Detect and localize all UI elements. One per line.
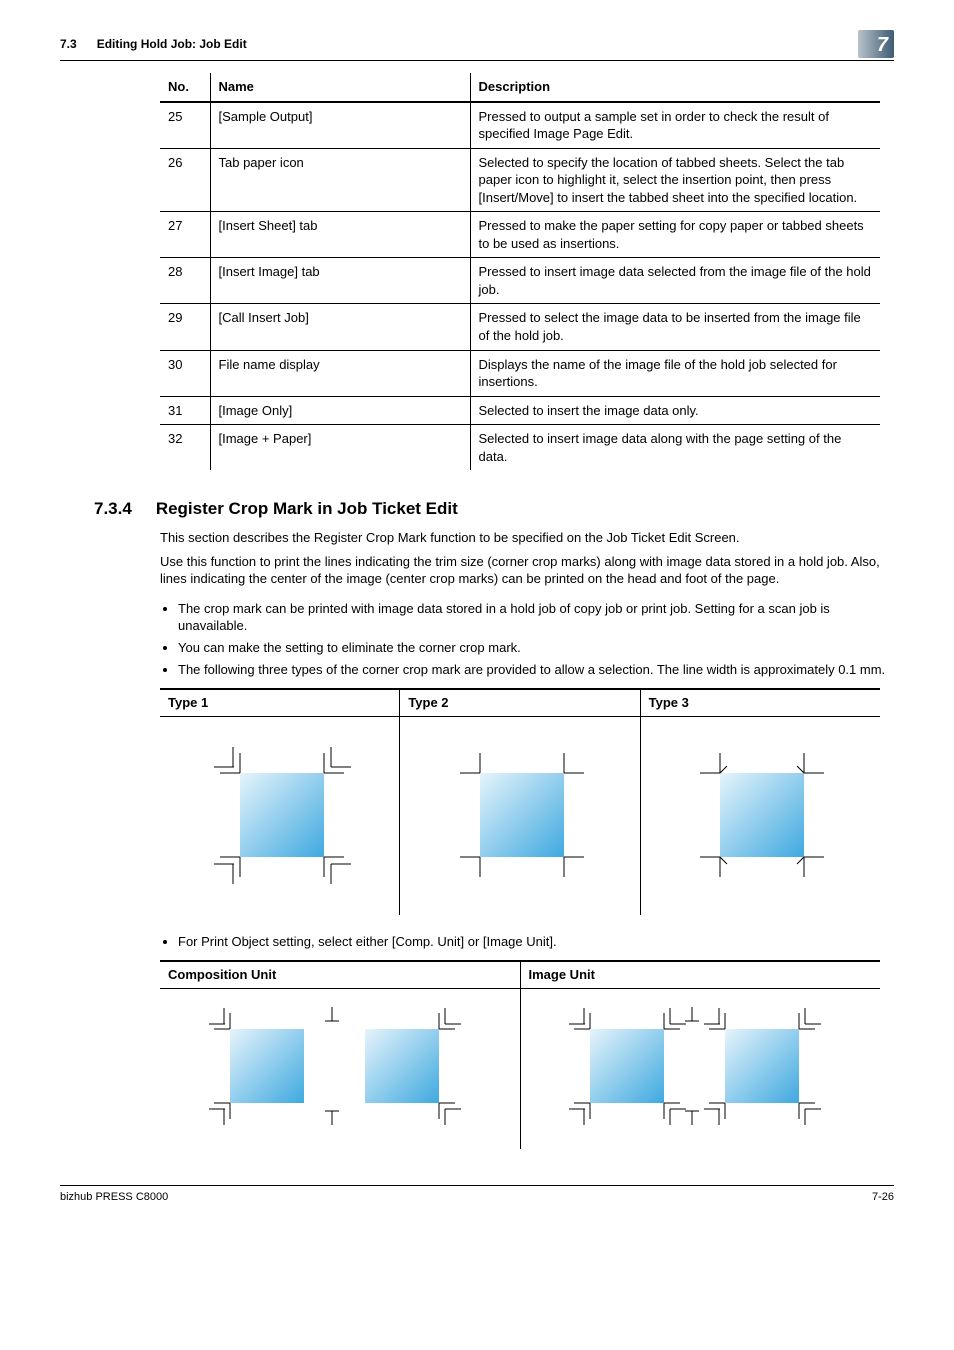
table-row: 26Tab paper iconSelected to specify the … bbox=[160, 148, 880, 212]
image-unit-header: Image Unit bbox=[520, 961, 880, 988]
col-no: No. bbox=[160, 73, 210, 102]
section-number: 7.3 bbox=[60, 37, 77, 51]
composition-unit-header: Composition Unit bbox=[160, 961, 520, 988]
crop-mark-type1-icon bbox=[180, 731, 380, 901]
list-item: You can make the setting to eliminate th… bbox=[178, 639, 890, 657]
table-row: 28[Insert Image] tabPressed to insert im… bbox=[160, 258, 880, 304]
table-row: 29[Call Insert Job]Pressed to select the… bbox=[160, 304, 880, 350]
col-desc: Description bbox=[470, 73, 880, 102]
subsection-number: 7.3.4 bbox=[94, 498, 132, 521]
list-item: For Print Object setting, select either … bbox=[178, 933, 890, 951]
crop-mark-type2-icon bbox=[420, 731, 620, 901]
type3-header: Type 3 bbox=[640, 689, 880, 716]
table-header-row: No. Name Description bbox=[160, 73, 880, 102]
type2-header: Type 2 bbox=[400, 689, 640, 716]
unit-table: Composition Unit Image Unit bbox=[160, 960, 880, 1149]
crop-type-table: Type 1 Type 2 Type 3 bbox=[160, 688, 880, 915]
type3-illustration bbox=[640, 716, 880, 915]
table-row: 25[Sample Output]Pressed to output a sam… bbox=[160, 102, 880, 149]
footer-page-number: 7-26 bbox=[872, 1190, 894, 1205]
image-unit-icon bbox=[535, 999, 865, 1149]
image-unit-illustration bbox=[520, 988, 880, 1149]
bullet-list: The crop mark can be printed with image … bbox=[160, 600, 890, 678]
type1-illustration bbox=[160, 716, 400, 915]
composition-unit-illustration bbox=[160, 988, 520, 1149]
table-row: 32[Image + Paper]Selected to insert imag… bbox=[160, 425, 880, 471]
section-title: Editing Hold Job: Job Edit bbox=[97, 37, 247, 51]
crop-mark-type3-icon bbox=[660, 731, 860, 901]
page-footer: bizhub PRESS C8000 7-26 bbox=[60, 1185, 894, 1205]
paragraph: This section describes the Register Crop… bbox=[160, 529, 890, 547]
bullet-list: For Print Object setting, select either … bbox=[160, 933, 890, 951]
list-item: The following three types of the corner … bbox=[178, 661, 890, 679]
subsection-heading: 7.3.4 Register Crop Mark in Job Ticket E… bbox=[94, 498, 894, 521]
table-row: 31[Image Only]Selected to insert the ima… bbox=[160, 396, 880, 425]
spec-table: No. Name Description 25[Sample Output]Pr… bbox=[160, 73, 880, 470]
list-item: The crop mark can be printed with image … bbox=[178, 600, 890, 635]
col-name: Name bbox=[210, 73, 470, 102]
page-header: 7.3 Editing Hold Job: Job Edit 7 bbox=[60, 30, 894, 61]
type1-header: Type 1 bbox=[160, 689, 400, 716]
composition-unit-icon bbox=[175, 999, 505, 1149]
type2-illustration bbox=[400, 716, 640, 915]
table-row: 30File name displayDisplays the name of … bbox=[160, 350, 880, 396]
subsection-title: Register Crop Mark in Job Ticket Edit bbox=[156, 498, 458, 521]
chapter-badge: 7 bbox=[858, 30, 894, 58]
table-row: 27[Insert Sheet] tabPressed to make the … bbox=[160, 212, 880, 258]
paragraph: Use this function to print the lines ind… bbox=[160, 553, 890, 588]
footer-product: bizhub PRESS C8000 bbox=[60, 1190, 168, 1205]
